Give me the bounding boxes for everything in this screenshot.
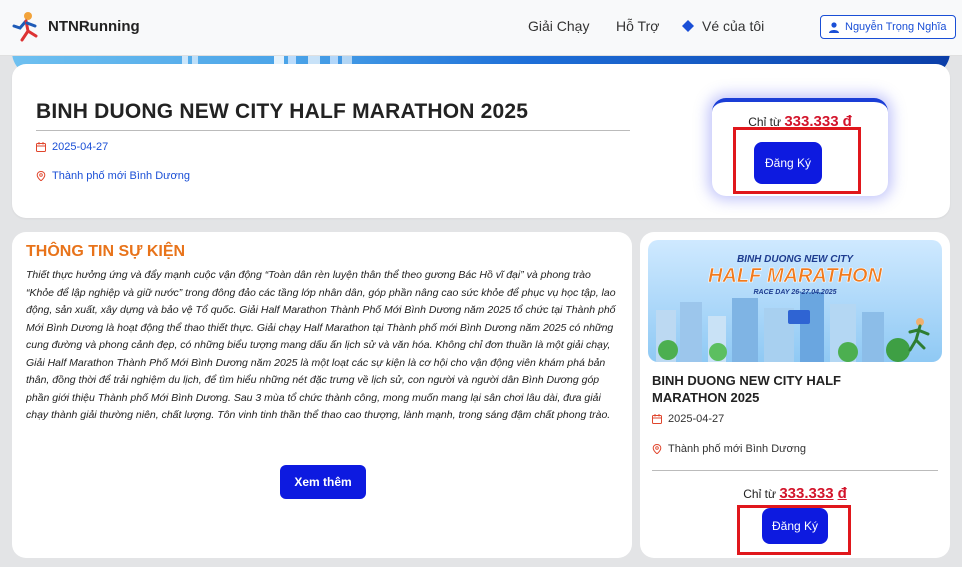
side-location: Thành phố mới Bình Dương: [668, 443, 806, 455]
event-info-card: THÔNG TIN SỰ KIỆN Thiết thực hưởng ứng v…: [12, 232, 632, 558]
info-heading: THÔNG TIN SỰ KIỆN: [26, 243, 186, 260]
event-poster-image[interactable]: BINH DUONG NEW CITY HALF MARATHON RACE D…: [648, 240, 942, 362]
nav-support-link[interactable]: Hỗ Trợ: [616, 18, 659, 34]
side-event-title[interactable]: BINH DUONG NEW CITY HALF MARATHON 2025: [652, 372, 892, 406]
user-account-button[interactable]: Nguyễn Trọng Nghĩa: [820, 15, 956, 39]
event-location: Thành phố mới Bình Dương: [52, 170, 190, 182]
side-date-row: 2025-04-27: [652, 413, 724, 425]
event-poster-graphic: BINH DUONG NEW CITY HALF MARATHON RACE D…: [648, 240, 942, 362]
event-location-row: Thành phố mới Bình Dương: [36, 170, 190, 182]
poster-line2: HALF MARATHON: [708, 265, 883, 287]
nav-tickets-link[interactable]: Vé của tôi: [682, 18, 764, 34]
poster-line3: RACE DAY 26-27.04.2025: [753, 289, 836, 296]
navbar: NTNRunning Giải Chạy Hỗ Trợ Vé của tôi N…: [0, 0, 962, 56]
poster-line1: BINH DUONG NEW CITY: [737, 254, 854, 265]
event-title: BINH DUONG NEW CITY HALF MARATHON 2025: [36, 100, 529, 123]
runner-logo-icon[interactable]: [8, 10, 42, 44]
location-pin-icon: [36, 171, 46, 181]
nav-tickets-label: Vé của tôi: [702, 18, 765, 34]
side-register-highlight-box: [737, 505, 851, 555]
event-date-row: 2025-04-27: [36, 141, 108, 153]
side-price-currency: đ: [837, 485, 847, 502]
side-price-prefix: Chỉ từ: [743, 487, 776, 501]
title-divider: [36, 130, 630, 131]
ticket-icon: [682, 20, 694, 32]
calendar-icon: [652, 414, 662, 424]
side-price-line: Chỉ từ 333.333 đ: [640, 485, 950, 502]
side-date: 2025-04-27: [668, 413, 725, 425]
register-highlight-box: [733, 127, 861, 194]
side-location-row: Thành phố mới Bình Dương: [652, 443, 806, 455]
brand-name[interactable]: NTNRunning: [48, 18, 140, 35]
nav-races-link[interactable]: Giải Chạy: [528, 18, 589, 34]
calendar-icon: [36, 142, 46, 152]
side-price-value-wrap: 333.333 đ: [779, 485, 846, 502]
info-body: Thiết thực hưởng ứng và đẩy mạnh cuộc vậ…: [26, 269, 616, 421]
side-divider: [652, 470, 938, 471]
event-date: 2025-04-27: [52, 141, 109, 153]
user-name: Nguyễn Trọng Nghĩa: [845, 21, 947, 33]
side-price-value: 333.333: [779, 485, 834, 502]
location-pin-icon: [652, 444, 662, 454]
user-icon: [829, 21, 839, 33]
see-more-button[interactable]: Xem thêm: [280, 465, 366, 499]
